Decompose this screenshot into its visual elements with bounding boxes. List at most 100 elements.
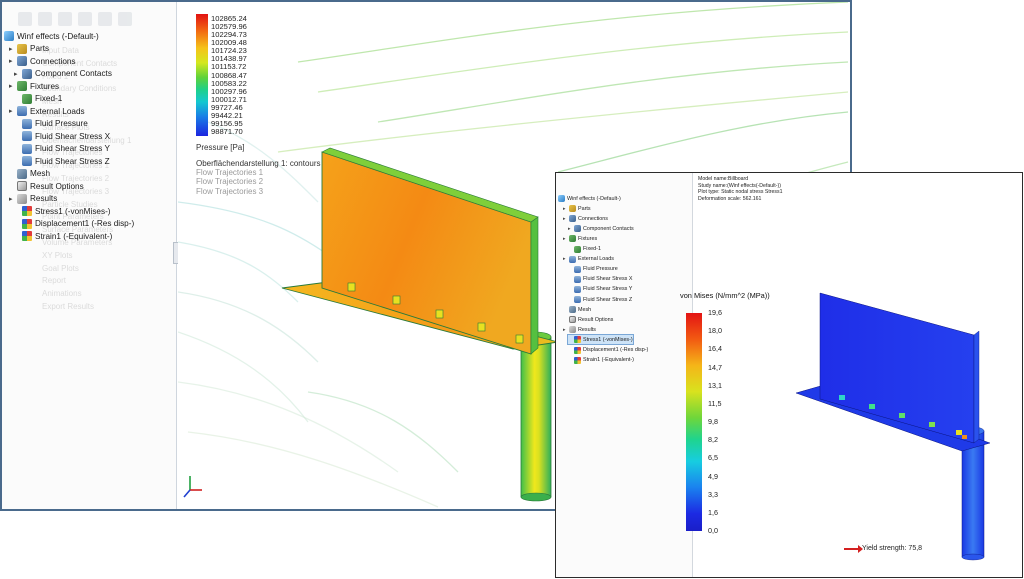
tree-item-label: Displacement1 (-Res disp-) <box>35 219 135 228</box>
ghost-tree-item: Export Results <box>42 302 95 311</box>
tree-item[interactable]: ▸ Parts <box>9 43 49 55</box>
tree-item-label: External Loads <box>578 256 614 263</box>
tree-item-label: Fluid Shear Stress Z <box>35 156 110 166</box>
legend-tick-label: 14,7 <box>708 362 722 372</box>
tree-item[interactable]: Fluid Shear Stress Z <box>14 155 110 167</box>
contacts-icon <box>22 68 32 79</box>
contacts-icon <box>574 225 581 233</box>
tree-item-label: Parts <box>30 44 50 53</box>
stress-color-bar <box>686 313 702 531</box>
tree-item-label: Fluid Shear Stress Y <box>583 286 633 293</box>
connections-icon <box>17 56 27 66</box>
tree-item-label: Fixed-1 <box>583 246 601 252</box>
tree-item[interactable]: Fixed-1 <box>14 93 62 105</box>
plot-label: Flow Trajectories 3 <box>196 186 264 196</box>
composite-screenshot: Input Data Component Contacts Fixed 1 Bound… <box>0 0 1024 579</box>
tree-item[interactable]: Result Options <box>563 315 613 324</box>
tree-item[interactable]: Displacement1 (-Res disp-) <box>568 346 648 355</box>
von-mises-legend: von Mises (N/mm^2 (MPa)) 19,6 18,0 16,4 14,… <box>674 291 794 551</box>
fixed-icon <box>574 245 581 253</box>
tree-item[interactable]: ▸ Component Contacts <box>568 224 634 233</box>
fixed-icon <box>22 93 32 104</box>
tree-item[interactable]: ▸ External Loads <box>563 255 614 264</box>
tree-item[interactable]: Fluid Shear Stress X <box>568 275 632 284</box>
tree-item[interactable]: Strain1 (-Equivalent-) <box>14 230 112 242</box>
tree-root[interactable]: Winf effects (-Default-) <box>558 194 621 203</box>
parts-icon <box>569 205 576 213</box>
study-icon <box>558 195 565 202</box>
tree-item[interactable]: ▸ Component Contacts <box>14 68 112 80</box>
shear-stress-icon <box>574 275 581 283</box>
tree-item-label: Fixtures <box>30 81 60 91</box>
expand-arrow-icon[interactable]: ▸ <box>9 107 17 115</box>
tree-item[interactable]: ▸ Results <box>9 193 57 205</box>
legend-tick-label: 6,5 <box>708 453 718 463</box>
tree-item[interactable]: Stress1 (-vonMises-) <box>14 205 111 217</box>
tree-item-label: Fluid Shear Stress X <box>583 276 633 283</box>
expand-arrow-icon[interactable]: ▸ <box>9 82 17 90</box>
legend-tick-label: 98871.70 <box>211 127 243 136</box>
study-icon <box>4 31 14 41</box>
expand-arrow-icon[interactable]: ▸ <box>9 195 17 203</box>
tree-item[interactable]: Strain1 (-Equivalent-) <box>568 356 634 365</box>
tree-item[interactable]: Mesh <box>9 168 50 180</box>
tree-item[interactable]: Fluid Shear Stress Z <box>568 295 632 304</box>
tree-item[interactable]: Result Options <box>9 180 84 192</box>
tree-item[interactable]: ▸ External Loads <box>9 105 85 117</box>
plot-icon <box>574 356 581 364</box>
tree-item[interactable]: ▸ Fixtures <box>563 234 597 243</box>
mesh-icon <box>17 168 27 179</box>
tree-item[interactable]: ▸ Connections <box>9 55 76 67</box>
result-options-icon <box>17 181 27 191</box>
tree-item[interactable]: ▸ Parts <box>563 204 591 213</box>
fluid-pressure-icon <box>574 265 581 273</box>
ghost-tree-item: Goal Plots <box>42 263 79 273</box>
tree-item-label: Fluid Shear Stress Y <box>35 144 110 153</box>
legend-tick-label: 13,1 <box>708 380 722 390</box>
shear-stress-icon <box>22 156 32 166</box>
tree-item[interactable]: Fluid Shear Stress Y <box>14 143 110 155</box>
tree-item-label: Results <box>30 194 58 203</box>
tree-item-label: Connections <box>30 56 76 66</box>
tree-item-label: Result Options <box>30 181 84 191</box>
red-arrow-icon <box>844 544 863 553</box>
tree-item-label: Mesh <box>30 169 51 178</box>
mesh-icon <box>569 306 576 314</box>
tree-item[interactable]: ▸ Connections <box>563 214 608 223</box>
tree-item[interactable]: Fixed-1 <box>568 245 601 254</box>
tree-root-label: Winf effects (-Default-) <box>567 195 621 202</box>
plot-icon <box>22 218 32 229</box>
legend-tick-label: 19,6 <box>708 308 722 317</box>
plot-icon <box>574 336 581 344</box>
tree-item[interactable]: ▸ Results <box>563 325 596 334</box>
billboard-panel-small <box>819 292 975 444</box>
tree-item-label: External Loads <box>30 106 85 116</box>
tree-item[interactable]: Mesh <box>563 305 591 314</box>
tree-item-label: Fluid Pressure <box>35 119 88 128</box>
tree-item[interactable]: Stress1 (-vonMises-) <box>567 334 634 346</box>
tree-item[interactable]: Fluid Pressure <box>14 118 88 130</box>
tree-item[interactable]: ▸ Fixtures <box>9 80 59 92</box>
tree-item[interactable]: Fluid Shear Stress Y <box>568 285 632 294</box>
tree-item[interactable]: Displacement1 (-Res disp-) <box>14 218 134 230</box>
yield-strength-indicator: Yield strength: 75,8 <box>844 544 922 553</box>
tree-root[interactable]: Winf effects (-Default-) <box>4 30 99 42</box>
tree-item[interactable]: Fluid Pressure <box>568 265 618 274</box>
tree-item[interactable]: Fluid Shear Stress X <box>14 130 110 142</box>
tree-item-label: Component Contacts <box>583 225 634 232</box>
shear-stress-icon <box>22 131 32 141</box>
legend-tick-label: 16,4 <box>708 344 722 354</box>
graphics-viewport-small[interactable]: Model name:Billboard Study name:(Winf eff… <box>680 173 1022 577</box>
legend-tick-label: 0,0 <box>708 526 718 535</box>
axis-triad <box>183 476 202 498</box>
parts-icon <box>17 43 27 54</box>
expand-arrow-icon[interactable]: ▸ <box>14 70 22 78</box>
expand-arrow-icon[interactable]: ▸ <box>9 57 17 65</box>
ghost-tree-item: Animations <box>42 289 82 299</box>
shear-stress-icon <box>574 296 581 303</box>
fea-study-window: Winf effects (-Default-) ▸ Parts ▸ Connectio… <box>555 172 1023 578</box>
legend-tick-label: 8,2 <box>708 435 718 445</box>
plot-label: Flow Trajectories 2 <box>196 177 264 187</box>
ghost-tree-item: XY Plots <box>42 250 73 260</box>
expand-arrow-icon[interactable]: ▸ <box>9 45 17 53</box>
